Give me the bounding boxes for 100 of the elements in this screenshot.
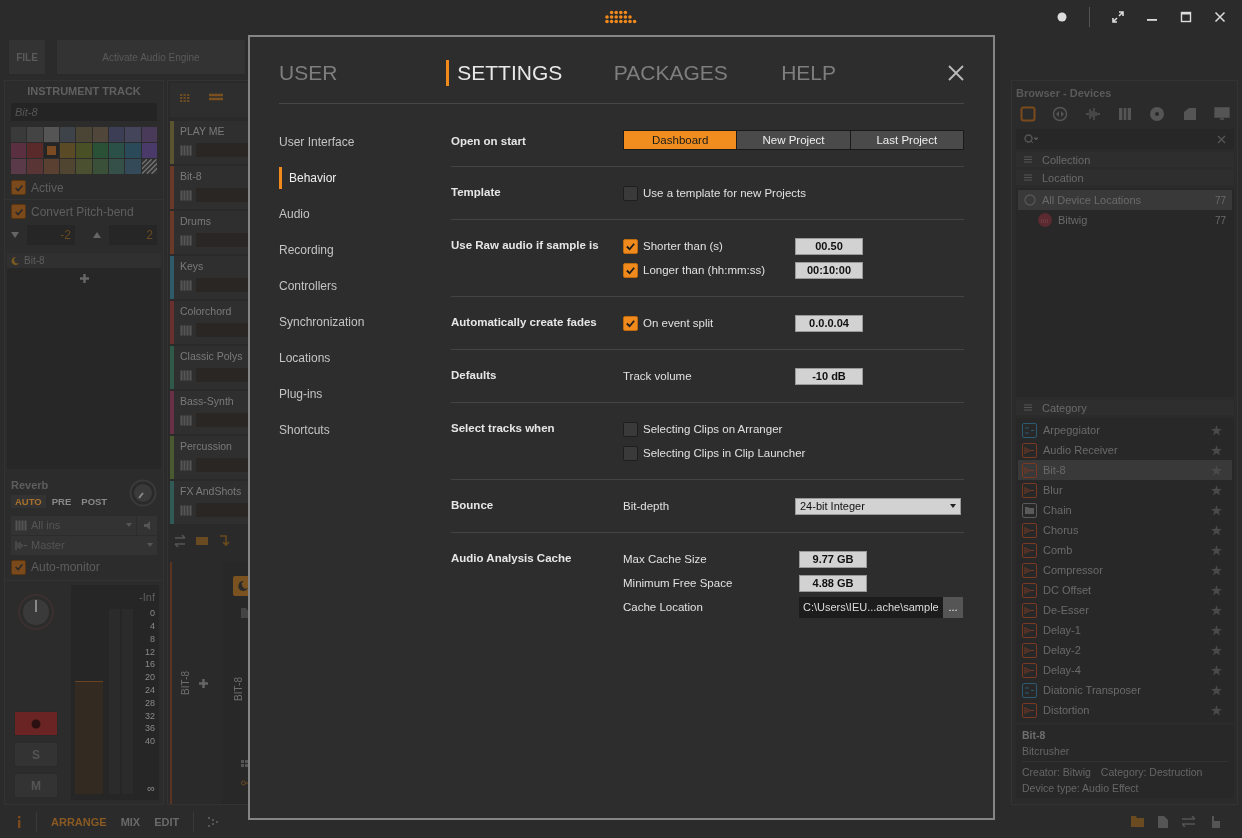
star-icon[interactable] <box>1211 604 1222 616</box>
star-icon[interactable] <box>1211 564 1222 576</box>
no-color-swatch[interactable] <box>141 159 157 174</box>
dialog-tab[interactable]: PACKAGES <box>613 60 782 86</box>
star-icon[interactable] <box>1211 684 1222 696</box>
monitor-icon[interactable] <box>1213 106 1230 122</box>
color-swatch[interactable] <box>109 127 125 142</box>
hand-icon[interactable] <box>1209 815 1220 828</box>
document-icon[interactable] <box>1158 815 1168 828</box>
color-swatch[interactable] <box>141 127 157 142</box>
star-icon[interactable] <box>1211 664 1222 676</box>
square-icon[interactable] <box>1020 106 1036 122</box>
path-field[interactable]: C:\Users\IEU...ache\sample <box>799 596 943 618</box>
color-swatch[interactable] <box>125 127 141 142</box>
color-swatch[interactable] <box>125 143 141 158</box>
device-list-item[interactable]: DC Offset <box>1018 580 1232 600</box>
checkbox[interactable] <box>623 315 638 331</box>
star-icon[interactable] <box>1211 424 1222 436</box>
settings-nav-item[interactable]: Shortcuts <box>279 421 330 439</box>
speaker-icon[interactable] <box>137 515 157 535</box>
view-tab[interactable]: ARRANGE <box>51 815 107 828</box>
checkbox[interactable] <box>623 262 638 278</box>
color-swatch[interactable] <box>11 127 27 142</box>
location-item[interactable]: Bitwig 77 <box>1018 210 1232 230</box>
color-swatch[interactable] <box>27 159 43 174</box>
pitch-down-field[interactable]: -2 <box>27 225 75 245</box>
color-swatch[interactable] <box>60 143 76 158</box>
device-list-item[interactable]: Blur <box>1018 480 1232 500</box>
device-list-item[interactable]: Audio Receiver <box>1018 440 1232 460</box>
browse-button[interactable]: ... <box>943 596 963 618</box>
checkbox[interactable] <box>11 559 26 575</box>
value-field[interactable]: 4.88 GB <box>799 574 867 592</box>
checkbox[interactable] <box>623 238 638 254</box>
star-icon[interactable] <box>1211 444 1222 456</box>
folder-icon[interactable] <box>1131 816 1144 827</box>
color-swatch[interactable] <box>76 127 92 142</box>
dotted-icon[interactable] <box>208 816 219 827</box>
resize-icon[interactable] <box>1112 11 1124 23</box>
checkbox[interactable] <box>11 180 26 195</box>
color-swatch[interactable] <box>109 143 125 158</box>
dialog-tab[interactable]: SETTINGS <box>446 60 614 86</box>
color-swatch[interactable] <box>60 159 76 174</box>
settings-nav-item[interactable]: Audio <box>279 205 310 223</box>
settings-nav-item[interactable]: Synchronization <box>279 313 365 331</box>
star-icon[interactable] <box>1211 624 1222 636</box>
device-list-item[interactable]: Chain <box>1018 500 1232 520</box>
color-swatch[interactable] <box>92 127 108 142</box>
device-list-item[interactable]: Distortion <box>1018 700 1232 720</box>
view-tab[interactable]: MIX <box>120 815 141 828</box>
color-swatch[interactable] <box>11 159 27 174</box>
color-swatch[interactable] <box>43 143 59 158</box>
star-icon[interactable] <box>1211 504 1222 516</box>
color-swatch[interactable] <box>43 159 59 174</box>
settings-nav-item[interactable]: Controllers <box>279 277 338 295</box>
record-icon[interactable] <box>1057 12 1067 22</box>
color-swatch[interactable] <box>109 159 125 174</box>
settings-nav-item[interactable]: User Interface <box>279 133 355 151</box>
send-mode-tab[interactable]: AUTO <box>11 494 46 508</box>
star-icon[interactable] <box>1211 584 1222 596</box>
dialog-tab[interactable]: HELP <box>781 60 949 86</box>
star-icon[interactable] <box>1211 484 1222 496</box>
device-list-item[interactable]: Comb <box>1018 540 1232 560</box>
color-swatch[interactable] <box>11 143 27 158</box>
send-mode-tab[interactable]: POST <box>77 494 112 508</box>
settings-nav-item[interactable]: Locations <box>279 349 331 367</box>
dropdown[interactable]: 24-bit Integer <box>795 497 961 515</box>
record-arm-button[interactable] <box>14 711 58 736</box>
device-list-item[interactable]: Delay-4 <box>1018 660 1232 680</box>
plus-icon[interactable] <box>199 678 208 688</box>
value-field[interactable]: -10 dB <box>795 367 863 385</box>
checkbox[interactable] <box>623 185 638 201</box>
segment-button[interactable]: Dashboard <box>624 131 737 149</box>
knob-icon[interactable] <box>129 479 157 507</box>
pitch-up-field[interactable]: 2 <box>109 225 157 245</box>
device-list-item[interactable]: Compressor <box>1018 560 1232 580</box>
clip-icon[interactable] <box>1181 106 1198 122</box>
device-list-item[interactable]: Chorus <box>1018 520 1232 540</box>
star-icon[interactable] <box>1211 524 1222 536</box>
device-list-item[interactable]: Delay-2 <box>1018 640 1232 660</box>
color-swatch[interactable] <box>92 159 108 174</box>
color-swatch[interactable] <box>125 159 141 174</box>
close-icon[interactable] <box>1214 11 1226 23</box>
color-swatch[interactable] <box>76 143 92 158</box>
checkbox[interactable] <box>623 421 638 437</box>
close-icon[interactable] <box>948 65 964 81</box>
star-icon[interactable] <box>1211 544 1222 556</box>
color-swatch[interactable] <box>76 159 92 174</box>
view-tab[interactable]: EDIT <box>154 815 180 828</box>
star-icon[interactable] <box>1211 704 1222 716</box>
circle-arrows-icon[interactable] <box>1052 106 1069 122</box>
dialog-tab[interactable]: USER <box>279 60 447 86</box>
maximize-icon[interactable] <box>1180 11 1192 23</box>
value-field[interactable]: 00:10:00 <box>795 261 863 279</box>
settings-nav-item[interactable]: Recording <box>279 241 334 259</box>
swap-icon[interactable] <box>1182 816 1195 827</box>
checkbox[interactable] <box>11 204 26 219</box>
device-list-item[interactable]: De-Esser <box>1018 600 1232 620</box>
value-field[interactable]: 00.50 <box>795 237 863 255</box>
plus-icon[interactable] <box>79 274 89 283</box>
color-swatch[interactable] <box>141 143 157 158</box>
